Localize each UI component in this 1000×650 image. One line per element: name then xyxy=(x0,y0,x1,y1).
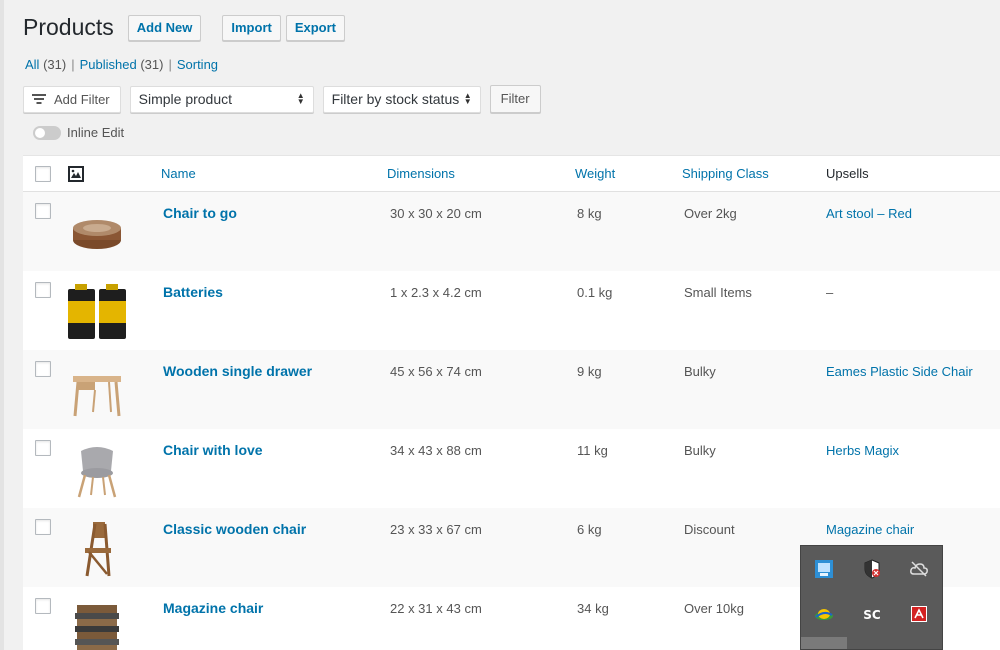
dimensions-cell: 1 x 2.3 x 4.2 cm xyxy=(390,285,482,300)
weight-cell: 8 kg xyxy=(577,206,602,221)
add-filter-button[interactable]: Add Filter xyxy=(23,85,121,113)
product-name-link[interactable]: Magazine chair xyxy=(163,600,263,616)
dimensions-cell: 34 x 43 x 88 cm xyxy=(390,443,482,458)
view-all-link[interactable]: All (31) xyxy=(25,57,66,72)
product-type-select[interactable]: Simple product ▲ ▼ xyxy=(129,85,314,113)
folding-chair-thumbnail[interactable] xyxy=(65,516,129,580)
inline-edit-label: Inline Edit xyxy=(67,125,125,140)
round-pouf-thumbnail[interactable] xyxy=(65,200,129,264)
filter-button[interactable]: Filter xyxy=(489,85,541,113)
page-header: Products Add New Import Export xyxy=(23,14,350,41)
product-type-value: Simple product xyxy=(138,91,233,107)
upsell-link[interactable]: Art stool – Red xyxy=(826,206,912,221)
add-filter-label: Add Filter xyxy=(54,91,110,107)
column-name-header[interactable]: Name xyxy=(161,166,196,181)
dimensions-cell: 23 x 33 x 67 cm xyxy=(390,522,482,537)
row-checkbox[interactable] xyxy=(35,203,51,219)
add-new-button[interactable]: Add New xyxy=(127,14,202,41)
upsell-link[interactable]: Magazine chair xyxy=(826,522,914,537)
row-checkbox[interactable] xyxy=(35,519,51,535)
separator: | xyxy=(168,57,172,72)
table-row: Batteries 1 x 2.3 x 4.2 cm 0.1 kg Small … xyxy=(23,271,1000,350)
table-header: Name Dimensions Weight Shipping Class Up… xyxy=(23,156,1000,192)
network-app-icon[interactable] xyxy=(814,559,834,579)
row-checkbox[interactable] xyxy=(35,440,51,456)
grey-chair-thumbnail[interactable] xyxy=(65,437,129,501)
dimensions-cell: 30 x 30 x 20 cm xyxy=(390,206,482,221)
left-edge xyxy=(0,0,4,650)
product-name-link[interactable]: Chair to go xyxy=(163,205,237,221)
shipping-class-cell: Discount xyxy=(684,522,735,537)
svg-text:SC: SC xyxy=(863,608,881,622)
acrobat-icon[interactable] xyxy=(909,604,929,624)
view-filters: All (31) | Published (31) | Sorting xyxy=(25,57,218,72)
export-button[interactable]: Export xyxy=(285,14,346,41)
column-weight-header[interactable]: Weight xyxy=(575,166,615,181)
filter-icon xyxy=(32,94,46,104)
dimensions-cell: 45 x 56 x 74 cm xyxy=(390,364,482,379)
table-row: Chair with love 34 x 43 x 88 cm 11 kg Bu… xyxy=(23,429,1000,508)
stock-status-select[interactable]: Filter by stock status ▲ ▼ xyxy=(322,85,481,113)
shipping-class-cell: Over 10kg xyxy=(684,601,744,616)
column-dimensions-header[interactable]: Dimensions xyxy=(387,166,455,181)
weight-cell: 6 kg xyxy=(577,522,602,537)
import-button[interactable]: Import xyxy=(222,14,281,41)
sc-app-icon[interactable]: SC xyxy=(862,604,882,624)
view-sorting-link[interactable]: Sorting xyxy=(177,57,218,72)
weight-cell: 34 kg xyxy=(577,601,609,616)
weight-cell: 9 kg xyxy=(577,364,602,379)
dimensions-cell: 22 x 31 x 43 cm xyxy=(390,601,482,616)
batteries-thumbnail[interactable] xyxy=(65,279,129,343)
globe-sync-icon[interactable] xyxy=(814,604,834,624)
separator: | xyxy=(71,57,75,72)
inline-edit-toggle[interactable] xyxy=(33,125,61,140)
shipping-class-cell: Bulky xyxy=(684,443,716,458)
cloud-offline-icon[interactable] xyxy=(909,559,929,579)
image-column-icon xyxy=(68,166,84,182)
row-checkbox[interactable] xyxy=(35,361,51,377)
products-admin-page: Products Add New Import Export All (31) |… xyxy=(0,0,1000,650)
upsell-link[interactable]: Eames Plastic Side Chair xyxy=(826,364,973,379)
shipping-class-cell: Over 2kg xyxy=(684,206,737,221)
filter-bar: Add Filter Simple product ▲ ▼ Filter by s… xyxy=(23,85,541,113)
select-arrows-icon: ▲ ▼ xyxy=(296,91,305,106)
select-arrows-icon: ▲ ▼ xyxy=(463,91,472,106)
row-checkbox[interactable] xyxy=(35,282,51,298)
security-shield-icon[interactable] xyxy=(862,559,882,579)
weight-cell: 11 kg xyxy=(577,443,608,458)
weight-cell: 0.1 kg xyxy=(577,285,613,300)
product-name-link[interactable]: Chair with love xyxy=(163,442,263,458)
inline-edit-toggle-wrap: Inline Edit xyxy=(33,125,124,140)
row-checkbox[interactable] xyxy=(35,598,51,614)
magazine-chair-thumbnail[interactable] xyxy=(65,595,129,650)
table-row: Wooden single drawer 45 x 56 x 74 cm 9 k… xyxy=(23,350,1000,429)
system-tray-overflow: SC xyxy=(800,545,943,650)
stock-status-value: Filter by stock status xyxy=(331,91,460,107)
shipping-class-cell: Small Items xyxy=(684,285,752,300)
table-row: Chair to go 30 x 30 x 20 cm 8 kg Over 2k… xyxy=(23,192,1000,271)
upsell-link[interactable]: Herbs Magix xyxy=(826,443,899,458)
product-name-link[interactable]: Classic wooden chair xyxy=(163,521,306,537)
product-name-link[interactable]: Batteries xyxy=(163,284,223,300)
upsell-empty: – xyxy=(826,285,834,300)
shipping-class-cell: Bulky xyxy=(684,364,716,379)
column-shipping-class-header[interactable]: Shipping Class xyxy=(682,166,769,181)
select-all-checkbox[interactable] xyxy=(35,166,51,182)
column-upsells-header: Upsells xyxy=(826,166,869,181)
tray-scroll-indicator xyxy=(801,637,847,649)
page-title: Products xyxy=(23,14,114,40)
wooden-desk-thumbnail[interactable] xyxy=(65,358,129,422)
product-name-link[interactable]: Wooden single drawer xyxy=(163,363,312,379)
view-published-link[interactable]: Published (31) xyxy=(80,57,164,72)
